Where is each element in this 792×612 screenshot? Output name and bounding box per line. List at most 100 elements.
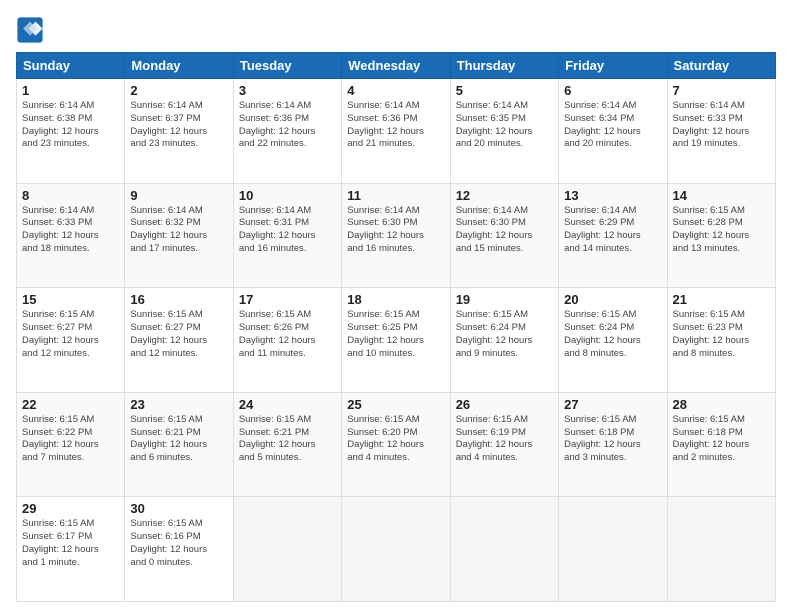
day-info: Sunrise: 6:14 AMSunset: 6:36 PMDaylight:… (347, 100, 444, 151)
day-number: 1 (22, 83, 119, 98)
day-info: Sunrise: 6:15 AMSunset: 6:18 PMDaylight:… (673, 414, 770, 465)
day-number: 28 (673, 397, 770, 412)
day-number: 29 (22, 501, 119, 516)
day-number: 30 (130, 501, 227, 516)
day-cell-25: 25Sunrise: 6:15 AMSunset: 6:20 PMDayligh… (342, 392, 450, 497)
header (16, 16, 776, 44)
weekday-header-sunday: Sunday (17, 53, 125, 79)
day-cell-29: 29Sunrise: 6:15 AMSunset: 6:17 PMDayligh… (17, 497, 125, 602)
day-cell-22: 22 Sunrise: 6:15 AMSunset: 6:22 PMDayligh… (17, 392, 125, 497)
day-number: 21 (673, 292, 770, 307)
day-cell-23: 23 Sunrise: 6:15 AMSunset: 6:21 PMDayligh… (125, 392, 233, 497)
day-info: Sunrise: 6:14 AMSunset: 6:34 PMDaylight:… (564, 100, 661, 151)
day-number: 6 (564, 83, 661, 98)
day-cell-2: 2 Sunrise: 6:14 AMSunset: 6:37 PMDaylight… (125, 79, 233, 184)
day-cell-14: 14 Sunrise: 6:15 AMSunset: 6:28 PMDayligh… (667, 183, 775, 288)
day-number: 4 (347, 83, 444, 98)
weekday-header-thursday: Thursday (450, 53, 558, 79)
day-info: Sunrise: 6:14 AMSunset: 6:33 PMDaylight:… (22, 205, 119, 256)
day-cell-26: 26 Sunrise: 6:15 AMSunset: 6:19 PMDayligh… (450, 392, 558, 497)
week-row-3: 15 Sunrise: 6:15 AMSunset: 6:27 PMDayligh… (17, 288, 776, 393)
day-number: 8 (22, 188, 119, 203)
day-info: Sunrise: 6:14 AMSunset: 6:33 PMDaylight:… (673, 100, 770, 151)
day-info: Sunrise: 6:14 AMSunset: 6:37 PMDaylight:… (130, 100, 227, 151)
day-info: Sunrise: 6:15 AMSunset: 6:18 PMDaylight:… (564, 414, 661, 465)
day-info: Sunrise: 6:15 AMSunset: 6:23 PMDaylight:… (673, 309, 770, 360)
day-number: 22 (22, 397, 119, 412)
day-number: 19 (456, 292, 553, 307)
weekday-header-row: SundayMondayTuesdayWednesdayThursdayFrid… (17, 53, 776, 79)
day-cell-5: 5Sunrise: 6:14 AMSunset: 6:35 PMDaylight… (450, 79, 558, 184)
day-cell-3: 3 Sunrise: 6:14 AMSunset: 6:36 PMDaylight… (233, 79, 341, 184)
day-cell-17: 17 Sunrise: 6:15 AMSunset: 6:26 PMDayligh… (233, 288, 341, 393)
day-number: 26 (456, 397, 553, 412)
day-cell-9: 9 Sunrise: 6:14 AMSunset: 6:32 PMDaylight… (125, 183, 233, 288)
day-info: Sunrise: 6:14 AMSunset: 6:30 PMDaylight:… (456, 205, 553, 256)
day-number: 17 (239, 292, 336, 307)
day-number: 7 (673, 83, 770, 98)
day-cell-10: 10 Sunrise: 6:14 AMSunset: 6:31 PMDayligh… (233, 183, 341, 288)
day-info: Sunrise: 6:15 AMSunset: 6:22 PMDaylight:… (22, 414, 119, 465)
day-number: 16 (130, 292, 227, 307)
day-cell-30: 30 Sunrise: 6:15 AMSunset: 6:16 PMDayligh… (125, 497, 233, 602)
day-cell-11: 11 Sunrise: 6:14 AMSunset: 6:30 PMDayligh… (342, 183, 450, 288)
day-info: Sunrise: 6:14 AMSunset: 6:35 PMDaylight:… (456, 100, 553, 151)
day-number: 11 (347, 188, 444, 203)
empty-cell (233, 497, 341, 602)
day-number: 27 (564, 397, 661, 412)
day-cell-28: 28 Sunrise: 6:15 AMSunset: 6:18 PMDayligh… (667, 392, 775, 497)
day-number: 2 (130, 83, 227, 98)
day-number: 24 (239, 397, 336, 412)
week-row-5: 29Sunrise: 6:15 AMSunset: 6:17 PMDayligh… (17, 497, 776, 602)
day-info: Sunrise: 6:15 AMSunset: 6:25 PMDaylight:… (347, 309, 444, 360)
day-info: Sunrise: 6:15 AMSunset: 6:21 PMDaylight:… (239, 414, 336, 465)
day-number: 9 (130, 188, 227, 203)
day-info: Sunrise: 6:15 AMSunset: 6:16 PMDaylight:… (130, 518, 227, 569)
day-number: 12 (456, 188, 553, 203)
day-info: Sunrise: 6:15 AMSunset: 6:19 PMDaylight:… (456, 414, 553, 465)
day-number: 3 (239, 83, 336, 98)
day-info: Sunrise: 6:15 AMSunset: 6:24 PMDaylight:… (456, 309, 553, 360)
day-info: Sunrise: 6:14 AMSunset: 6:38 PMDaylight:… (22, 100, 119, 151)
day-cell-15: 15 Sunrise: 6:15 AMSunset: 6:27 PMDayligh… (17, 288, 125, 393)
empty-cell (450, 497, 558, 602)
day-info: Sunrise: 6:14 AMSunset: 6:29 PMDaylight:… (564, 205, 661, 256)
day-cell-16: 16 Sunrise: 6:15 AMSunset: 6:27 PMDayligh… (125, 288, 233, 393)
logo-icon (16, 16, 44, 44)
day-cell-24: 24 Sunrise: 6:15 AMSunset: 6:21 PMDayligh… (233, 392, 341, 497)
day-info: Sunrise: 6:15 AMSunset: 6:21 PMDaylight:… (130, 414, 227, 465)
day-info: Sunrise: 6:14 AMSunset: 6:31 PMDaylight:… (239, 205, 336, 256)
day-cell-19: 19 Sunrise: 6:15 AMSunset: 6:24 PMDayligh… (450, 288, 558, 393)
day-number: 15 (22, 292, 119, 307)
day-cell-7: 7 Sunrise: 6:14 AMSunset: 6:33 PMDaylight… (667, 79, 775, 184)
calendar-table: SundayMondayTuesdayWednesdayThursdayFrid… (16, 52, 776, 602)
day-cell-1: 1 Sunrise: 6:14 AMSunset: 6:38 PMDaylight… (17, 79, 125, 184)
day-number: 10 (239, 188, 336, 203)
day-info: Sunrise: 6:15 AMSunset: 6:20 PMDaylight:… (347, 414, 444, 465)
weekday-header-saturday: Saturday (667, 53, 775, 79)
weekday-header-tuesday: Tuesday (233, 53, 341, 79)
empty-cell (667, 497, 775, 602)
day-cell-27: 27 Sunrise: 6:15 AMSunset: 6:18 PMDayligh… (559, 392, 667, 497)
day-cell-4: 4 Sunrise: 6:14 AMSunset: 6:36 PMDaylight… (342, 79, 450, 184)
day-info: Sunrise: 6:15 AMSunset: 6:28 PMDaylight:… (673, 205, 770, 256)
day-number: 14 (673, 188, 770, 203)
day-info: Sunrise: 6:15 AMSunset: 6:26 PMDaylight:… (239, 309, 336, 360)
day-info: Sunrise: 6:14 AMSunset: 6:30 PMDaylight:… (347, 205, 444, 256)
day-info: Sunrise: 6:15 AMSunset: 6:24 PMDaylight:… (564, 309, 661, 360)
weekday-header-monday: Monday (125, 53, 233, 79)
day-number: 23 (130, 397, 227, 412)
day-cell-13: 13 Sunrise: 6:14 AMSunset: 6:29 PMDayligh… (559, 183, 667, 288)
day-number: 18 (347, 292, 444, 307)
week-row-4: 22 Sunrise: 6:15 AMSunset: 6:22 PMDayligh… (17, 392, 776, 497)
day-info: Sunrise: 6:14 AMSunset: 6:32 PMDaylight:… (130, 205, 227, 256)
day-info: Sunrise: 6:15 AMSunset: 6:27 PMDaylight:… (130, 309, 227, 360)
week-row-1: 1 Sunrise: 6:14 AMSunset: 6:38 PMDaylight… (17, 79, 776, 184)
day-cell-21: 21 Sunrise: 6:15 AMSunset: 6:23 PMDayligh… (667, 288, 775, 393)
day-cell-12: 12 Sunrise: 6:14 AMSunset: 6:30 PMDayligh… (450, 183, 558, 288)
day-info: Sunrise: 6:15 AMSunset: 6:27 PMDaylight:… (22, 309, 119, 360)
day-info: Sunrise: 6:14 AMSunset: 6:36 PMDaylight:… (239, 100, 336, 151)
page: SundayMondayTuesdayWednesdayThursdayFrid… (0, 0, 792, 612)
empty-cell (342, 497, 450, 602)
day-number: 13 (564, 188, 661, 203)
